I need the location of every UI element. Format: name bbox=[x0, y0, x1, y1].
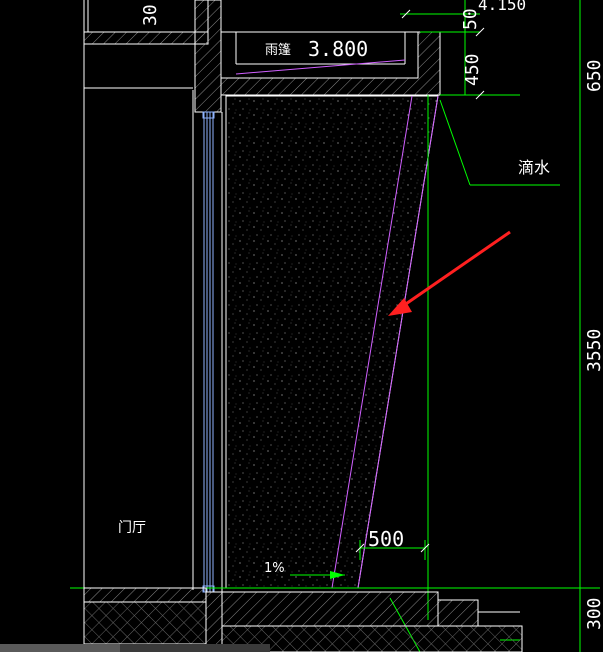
glass-wall bbox=[202, 111, 223, 593]
left-wall bbox=[83, 0, 196, 652]
dim-top-elev: 4.150 bbox=[478, 0, 526, 14]
hall-label: 门厅 bbox=[118, 520, 146, 536]
dim-top-50: 50 bbox=[460, 8, 481, 30]
drip-label: 滴水 bbox=[518, 158, 550, 177]
canopy-elevation: 3.800 bbox=[308, 37, 368, 61]
canopy-label: 雨篷 bbox=[265, 43, 291, 58]
dim-right-650: 650 bbox=[584, 59, 603, 92]
slope-label: 1% bbox=[264, 561, 285, 576]
dim-450: 450 bbox=[462, 53, 483, 86]
dim-bottom-500: 500 bbox=[368, 527, 404, 551]
status-bar bbox=[0, 644, 270, 652]
upper-column bbox=[194, 0, 222, 113]
ground-slab bbox=[83, 587, 523, 652]
dim-right-3550: 3550 bbox=[584, 329, 603, 372]
dim-right-300: 300 bbox=[584, 597, 603, 630]
status-bar-tab[interactable] bbox=[0, 644, 120, 652]
top-slab bbox=[83, 31, 209, 45]
cad-drawing-canvas: 雨篷 3.800 滴水 门厅 1% 30 4.150 50 450 650 35… bbox=[70, 0, 603, 652]
dim-top-left: 30 bbox=[140, 4, 161, 26]
feature-wall bbox=[225, 95, 439, 589]
